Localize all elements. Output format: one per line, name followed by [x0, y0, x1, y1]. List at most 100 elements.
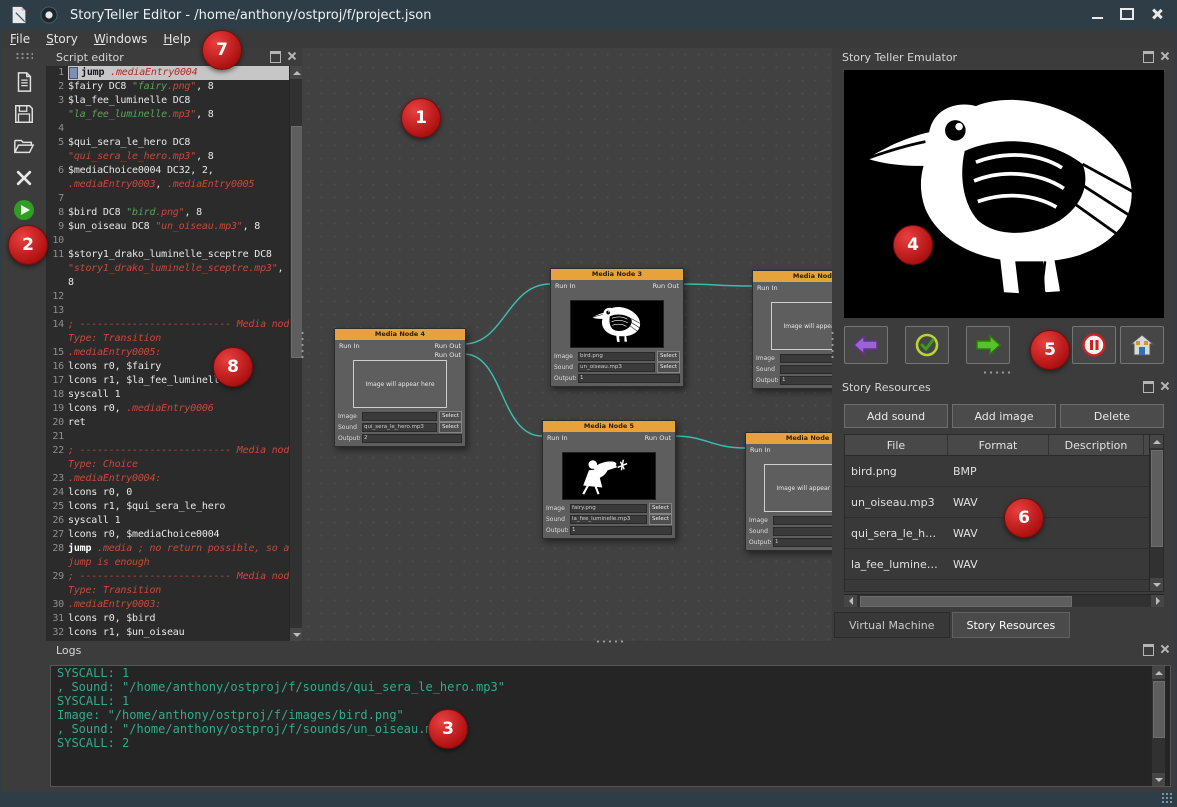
table-hscrollbar[interactable]: [844, 594, 1164, 607]
splitter-handle[interactable]: [595, 639, 625, 644]
scroll-down-arrow[interactable]: [1150, 578, 1163, 591]
tab-story-resources[interactable]: Story Resources: [952, 612, 1071, 638]
select-button[interactable]: Select: [439, 422, 462, 433]
scroll-down-arrow[interactable]: [1152, 773, 1165, 786]
ok-button[interactable]: [905, 326, 949, 364]
port-run-in[interactable]: Run In: [555, 282, 576, 290]
scroll-up-arrow[interactable]: [1152, 666, 1165, 679]
add-image-button[interactable]: Add image: [952, 404, 1056, 428]
node-field-label: Sound: [554, 364, 576, 371]
add-sound-button[interactable]: Add sound: [844, 404, 948, 428]
logs-output[interactable]: SYSCALL: 1, Sound: "/home/anthony/ostpro…: [50, 665, 1171, 787]
splitter-handle[interactable]: [300, 330, 305, 360]
port-run-in[interactable]: Run In: [547, 434, 568, 442]
port-run-out[interactable]: Run Out: [645, 434, 671, 442]
log-line: SYSCALL: 1: [51, 666, 1170, 680]
splitter-handle[interactable]: [982, 370, 1012, 375]
node-field-value[interactable]: bird.png: [578, 352, 655, 361]
select-button[interactable]: Select: [439, 411, 462, 422]
close-panel-icon[interactable]: [1160, 381, 1169, 390]
node-field-value[interactable]: [780, 365, 832, 374]
titlebar[interactable]: StoryTeller Editor - /home/anthony/ostpr…: [0, 0, 1177, 30]
scroll-right-arrow[interactable]: [1151, 595, 1164, 607]
home-button[interactable]: [1120, 326, 1164, 364]
scroll-thumb[interactable]: [1153, 681, 1165, 738]
menu-story[interactable]: Story: [38, 31, 86, 47]
run-button[interactable]: [9, 196, 39, 224]
pause-button[interactable]: [1072, 326, 1116, 364]
media-node[interactable]: Media Node 2Run InRun OutImage will appe…: [752, 270, 832, 389]
node-graph-canvas[interactable]: Media Node 4Run InRun OutRun OutImage wi…: [302, 48, 832, 641]
port-run-out[interactable]: Run Out: [435, 342, 461, 350]
float-panel-icon[interactable]: [270, 51, 281, 63]
float-panel-icon[interactable]: [1143, 51, 1154, 63]
node-field-value[interactable]: 1: [773, 538, 832, 547]
new-script-button[interactable]: [9, 68, 39, 96]
save-button[interactable]: [9, 100, 39, 128]
tab-virtual-machine[interactable]: Virtual Machine: [834, 612, 950, 638]
scroll-up-arrow[interactable]: [1150, 435, 1163, 448]
node-field-value[interactable]: 1: [570, 526, 672, 535]
node-field-value[interactable]: un_oiseau.mp3: [578, 363, 655, 372]
media-node[interactable]: Media Node 5Run InRun OutImagefairy.pngS…: [542, 420, 676, 539]
annotation-marker-2: 2: [8, 225, 48, 265]
table-row[interactable]: bird.pngBMP: [845, 456, 1163, 487]
menu-help[interactable]: Help: [155, 31, 198, 47]
code-line: 5$qui_sera_le_hero DC8: [46, 136, 302, 150]
column-header-description[interactable]: Description: [1049, 435, 1144, 455]
close-project-button[interactable]: [9, 164, 39, 192]
menu-file[interactable]: File: [2, 31, 38, 47]
node-field-value[interactable]: 1: [578, 374, 680, 383]
open-button[interactable]: [9, 132, 39, 160]
scroll-left-arrow[interactable]: [844, 595, 857, 607]
column-header-file[interactable]: File: [845, 435, 948, 455]
next-button[interactable]: [966, 326, 1010, 364]
select-button[interactable]: Select: [649, 503, 672, 514]
code-line: 12: [46, 290, 302, 304]
node-field-value[interactable]: la_fee_luminelle.mp3: [570, 515, 647, 524]
table-vscrollbar[interactable]: [1149, 435, 1163, 591]
port-run-in[interactable]: Run In: [750, 446, 771, 454]
media-node[interactable]: Media Node 3Run InRun OutImagebird.pngSe…: [550, 268, 684, 387]
resize-grip[interactable]: [1161, 792, 1173, 804]
previous-button[interactable]: [844, 326, 888, 364]
table-cell: bird.png: [845, 456, 947, 486]
select-button[interactable]: Select: [649, 514, 672, 525]
select-button[interactable]: Select: [657, 351, 680, 362]
port-run-out[interactable]: Run Out: [653, 282, 679, 290]
table-row[interactable]: la_fee_lumine…WAV: [845, 549, 1163, 580]
close-panel-icon[interactable]: [1160, 51, 1169, 60]
toolbar-grip-handle[interactable]: [15, 52, 33, 60]
maximize-button[interactable]: [1115, 4, 1139, 24]
node-field-value[interactable]: 1: [780, 376, 832, 385]
minimize-button[interactable]: [1085, 4, 1109, 24]
close-panel-icon[interactable]: [287, 51, 296, 60]
port-run-in[interactable]: Run In: [757, 284, 778, 292]
media-node[interactable]: Media Node 6Run InRun OutImage will appe…: [745, 432, 832, 551]
close-panel-icon[interactable]: [1160, 644, 1169, 653]
port-run-in[interactable]: Run In: [339, 342, 360, 350]
splitter-handle[interactable]: [830, 330, 835, 360]
scroll-thumb[interactable]: [860, 596, 1072, 607]
node-field-value[interactable]: [780, 354, 832, 363]
node-field-value[interactable]: 2: [362, 434, 462, 443]
table-row[interactable]: fairy.pngBMP: [845, 580, 1163, 592]
delete-button[interactable]: Delete: [1060, 404, 1164, 428]
node-field-value[interactable]: [362, 412, 437, 421]
scroll-thumb[interactable]: [1151, 450, 1163, 547]
media-node[interactable]: Media Node 4Run InRun OutRun OutImage wi…: [334, 328, 466, 447]
float-panel-icon[interactable]: [1143, 381, 1154, 393]
code-editor[interactable]: 1jump .mediaEntry00042$fairy DC8 "fairy.…: [46, 66, 302, 641]
node-field-value[interactable]: [773, 527, 832, 536]
port-run-out[interactable]: Run Out: [435, 351, 461, 359]
code-line: 3$la_fee_luminelle DC8: [46, 94, 302, 108]
node-field-value[interactable]: qui_sera_le_hero.mp3: [362, 423, 437, 432]
float-panel-icon[interactable]: [1143, 644, 1154, 656]
menu-windows[interactable]: Windows: [86, 31, 156, 47]
logs-vscrollbar[interactable]: [1151, 666, 1165, 786]
select-button[interactable]: Select: [657, 362, 680, 373]
node-field-value[interactable]: fairy.png: [570, 504, 647, 513]
close-button[interactable]: [1145, 4, 1169, 24]
column-header-format[interactable]: Format: [948, 435, 1049, 455]
node-field-value[interactable]: [773, 516, 832, 525]
